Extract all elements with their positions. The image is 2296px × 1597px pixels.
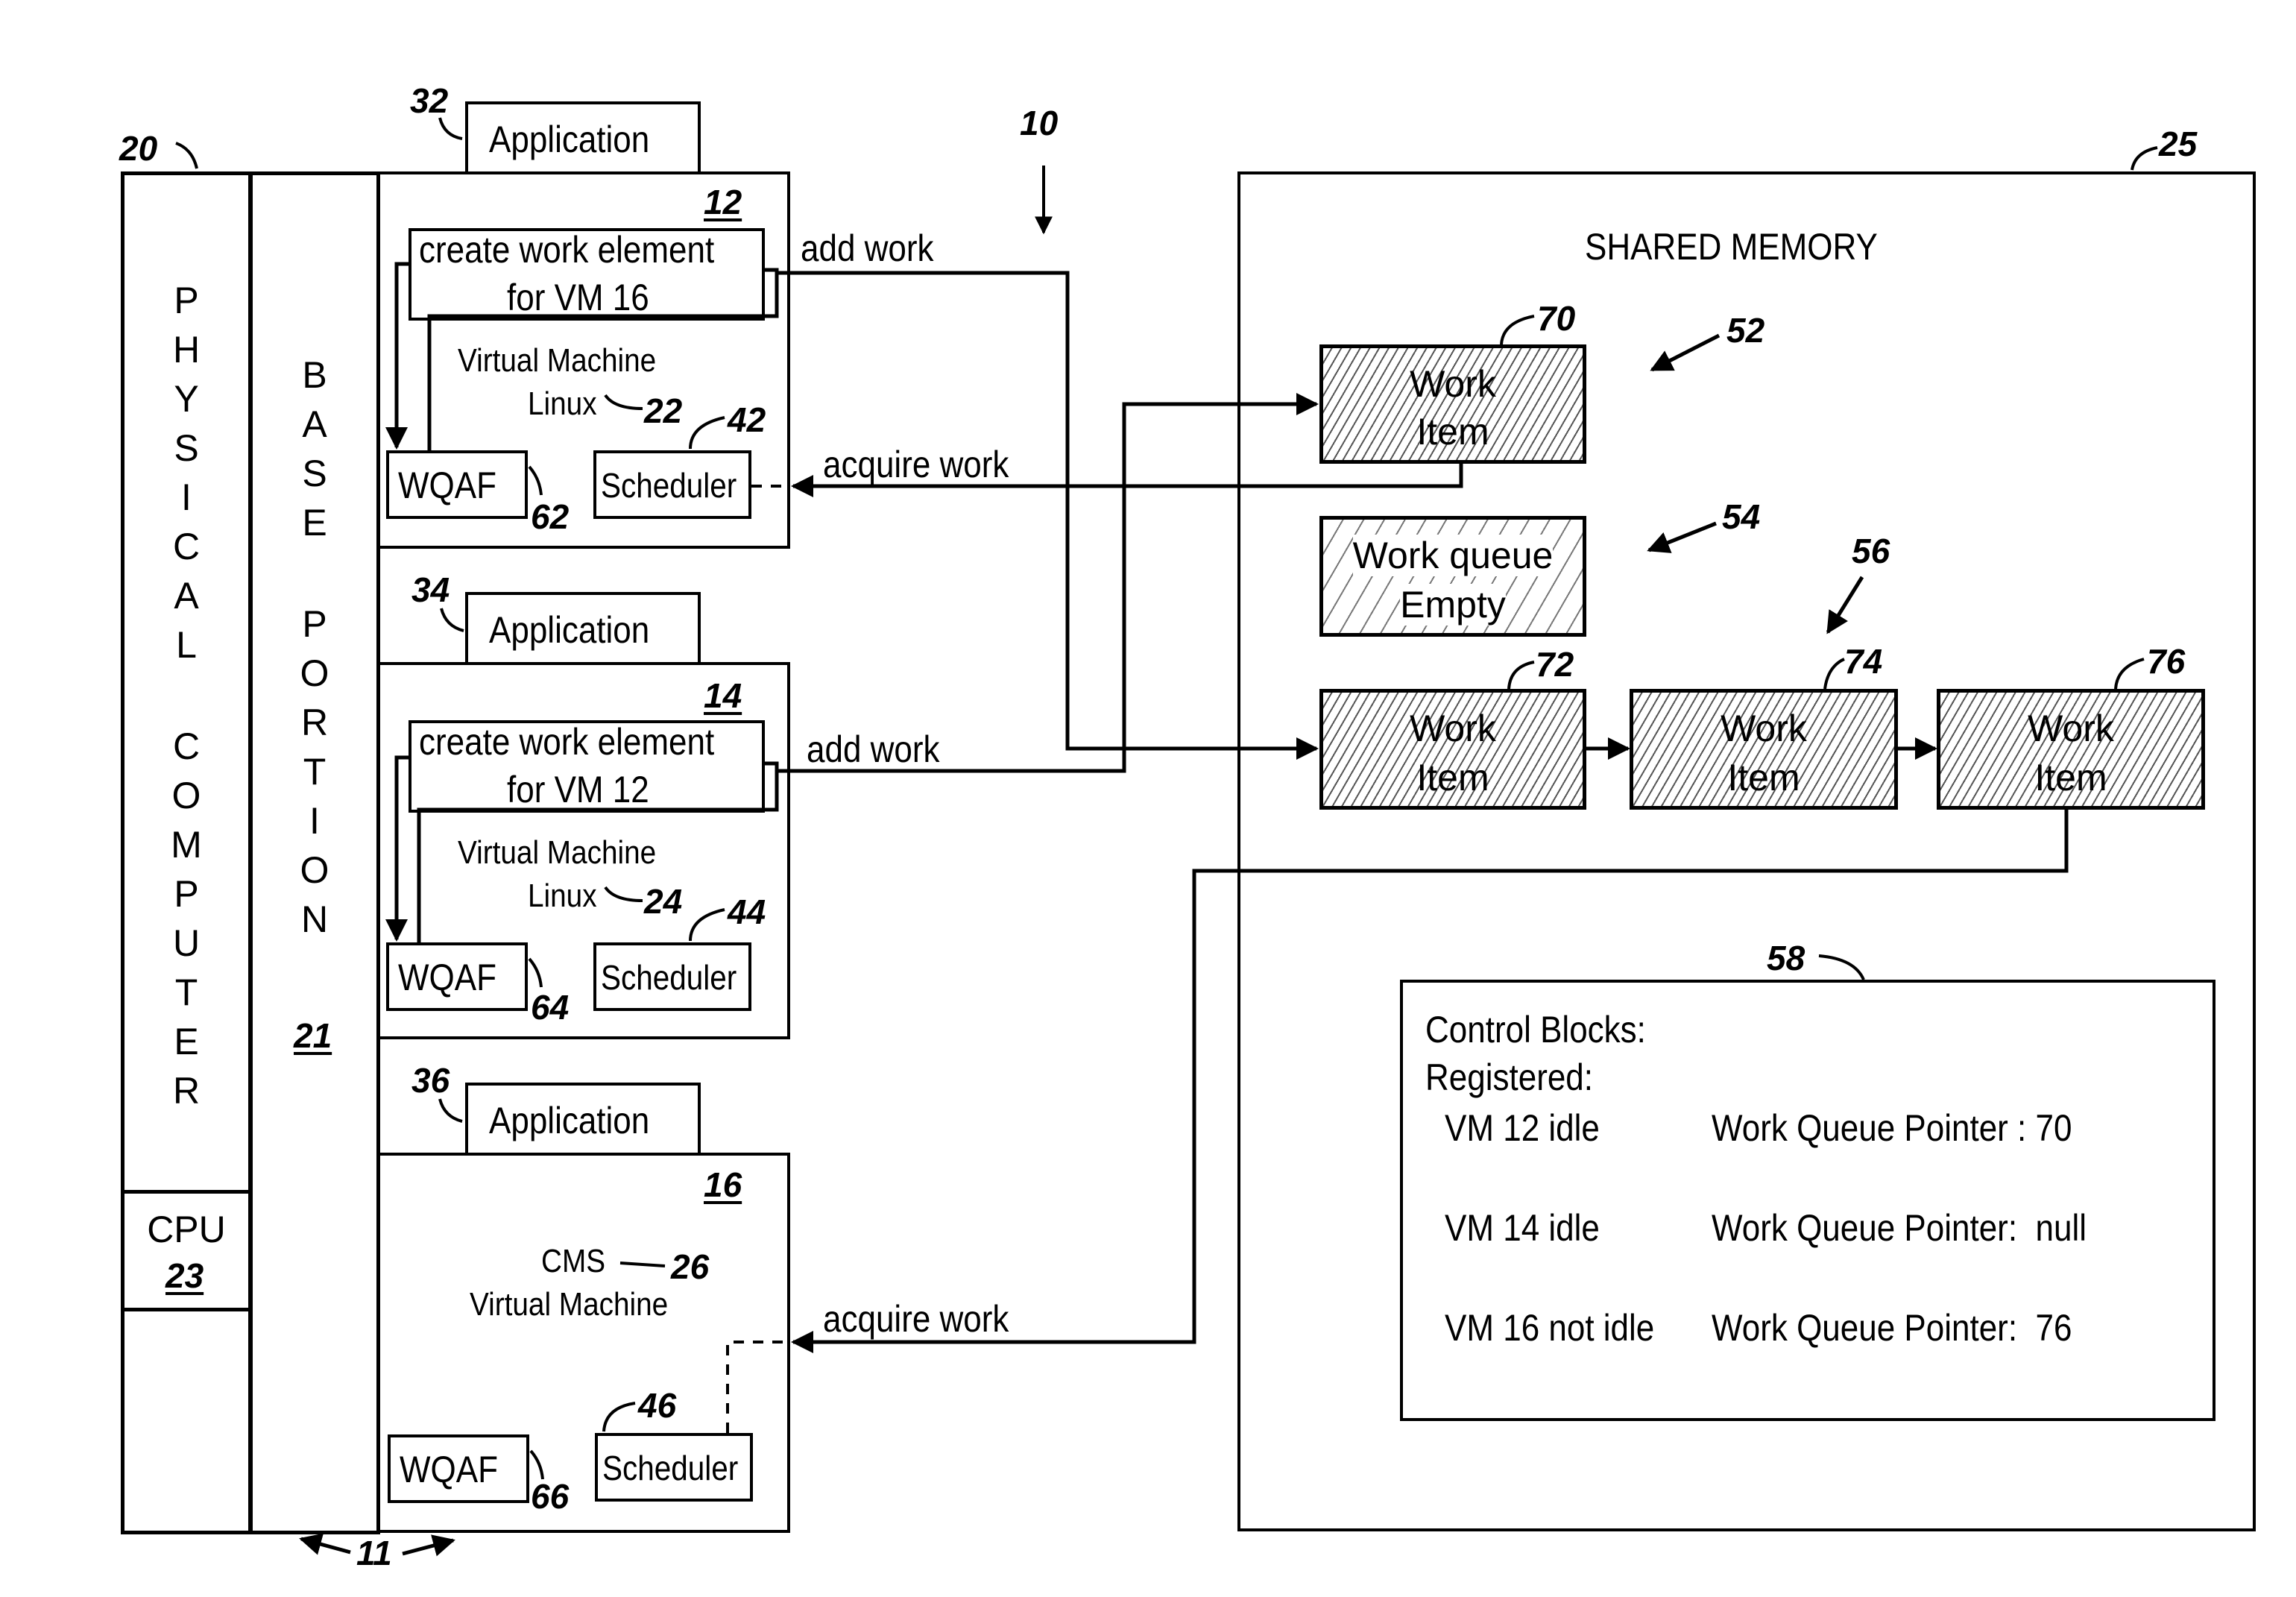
work-item-76-line1: Work: [2028, 708, 2114, 749]
os-ref-22: 22: [644, 391, 683, 430]
work-queue-empty-54: Work queue Empty: [1319, 516, 1586, 637]
shared-memory-title: SHARED MEMORY: [1585, 226, 1878, 268]
work-queue-ref-56: 56: [1852, 532, 1890, 570]
create-work-element-line2-12: for VM 16: [507, 277, 649, 318]
os-ref-24: 24: [644, 882, 683, 921]
shared-memory-ref: 25: [2159, 125, 2198, 163]
vm-label-16: Virtual Machine: [470, 1286, 669, 1323]
bracket-11-right-arrow: [402, 1534, 455, 1557]
wqaf-label-64: WQAF: [398, 957, 496, 998]
work-item-74-line2: Item: [1727, 757, 1800, 798]
wqaf-ref-66: 66: [531, 1477, 570, 1516]
os-ref-26: 26: [671, 1247, 710, 1286]
application-label-34: Application: [489, 609, 650, 651]
work-item-74: Work Item: [1630, 689, 1898, 810]
bracket-11-left-arrow: [299, 1533, 351, 1555]
control-block-pointer-14: Work Queue Pointer: null: [1712, 1207, 2087, 1249]
work-queue-ref-52: 52: [1726, 311, 1765, 350]
control-blocks-subtitle: Registered:: [1425, 1056, 1594, 1098]
create-work-element-line1-14: create work element: [419, 721, 715, 763]
work-queue-empty-line1: Work queue: [1352, 535, 1554, 576]
scheduler-label-44: Scheduler: [601, 958, 737, 997]
acquire-work-label-12: acquire work: [823, 444, 1009, 485]
control-blocks-title: Control Blocks:: [1425, 1009, 1646, 1051]
leader-25: [2131, 146, 2158, 171]
leader-32: [438, 117, 463, 140]
work-item-ref-70: 70: [1537, 299, 1576, 338]
create-work-element-line2-14: for VM 12: [507, 769, 649, 810]
work-item-72: Work Item: [1319, 689, 1586, 810]
application-ref-34: 34: [411, 570, 450, 609]
work-queue-ref-54: 54: [1722, 497, 1761, 536]
os-label-12: Linux: [528, 385, 597, 422]
physical-computer-ref: 20: [119, 129, 158, 168]
hypervisor-bracket-ref: 11: [356, 1534, 392, 1572]
os-label-14: Linux: [528, 878, 597, 914]
wqaf-ref-62: 62: [531, 497, 570, 536]
control-blocks-ref: 58: [1767, 939, 1805, 977]
leader-36: [438, 1098, 463, 1123]
work-item-74-line1: Work: [1721, 708, 1807, 749]
scheduler-ref-42: 42: [728, 400, 766, 439]
physical-computer-label-word1: PHYSICAL: [172, 280, 201, 666]
vm-ref-16: 16: [704, 1165, 742, 1204]
scheduler-ref-44: 44: [728, 892, 766, 931]
control-block-vm-14: VM 14 idle: [1445, 1207, 1600, 1249]
add-work-path-12: [777, 271, 1319, 760]
add-work-label-14: add work: [807, 728, 940, 770]
work-item-76: Work Item: [1937, 689, 2205, 810]
work-item-70-line2: Item: [1416, 411, 1489, 453]
work-item-76-line2: Item: [2034, 757, 2107, 798]
scheduler-label-46: Scheduler: [602, 1449, 739, 1487]
work-item-ref-72: 72: [1536, 645, 1574, 684]
base-portion-label-word1: BASE: [302, 354, 327, 544]
application-ref-32: 32: [410, 81, 449, 120]
leader-34: [440, 608, 464, 632]
create-work-element-line1-12: create work element: [419, 229, 715, 271]
application-label-32: Application: [489, 119, 650, 160]
control-block-pointer-12: Work Queue Pointer : 70: [1712, 1107, 2072, 1149]
cpu-divider-bottom: [121, 1308, 252, 1311]
vm-ref-14: 14: [704, 676, 742, 715]
add-work-label-12: add work: [801, 227, 934, 269]
work-item-72-line2: Item: [1416, 757, 1489, 798]
work-item-ref-74: 74: [1844, 642, 1883, 681]
cpu-label: CPU: [147, 1209, 226, 1250]
acquire-work-label-16: acquire work: [823, 1298, 1009, 1340]
base-portion-ref: 21: [294, 1016, 332, 1055]
work-item-72-line1: Work: [1410, 708, 1496, 749]
physical-computer-label-word2: COMPUTER: [171, 725, 202, 1112]
vm-ref-12: 12: [704, 183, 742, 221]
application-label-36: Application: [489, 1100, 650, 1141]
application-ref-36: 36: [411, 1061, 450, 1100]
control-block-vm-16: VM 16 not idle: [1445, 1307, 1655, 1349]
wqaf-label-62: WQAF: [398, 464, 496, 506]
base-portion-label-word2: PORTION: [300, 603, 329, 940]
cpu-divider-top: [121, 1190, 252, 1194]
scheduler-label-42: Scheduler: [601, 466, 737, 505]
control-block-vm-12: VM 12 idle: [1445, 1107, 1600, 1149]
figure-ref: 10: [1020, 104, 1059, 142]
scheduler-ref-46: 46: [638, 1386, 677, 1425]
wqaf-label-66: WQAF: [400, 1449, 498, 1490]
control-block-pointer-16: Work Queue Pointer: 76: [1712, 1307, 2072, 1349]
work-item-70-line1: Work: [1410, 363, 1496, 405]
cpu-ref: 23: [165, 1256, 204, 1295]
vm-label-14: Virtual Machine: [458, 834, 657, 871]
work-item-70: Work Item: [1319, 344, 1586, 464]
work-item-ref-76: 76: [2147, 642, 2186, 681]
work-queue-empty-line2: Empty: [1400, 584, 1506, 626]
os-label-16: CMS: [541, 1243, 606, 1279]
wqaf-ref-64: 64: [531, 988, 570, 1027]
vm-label-12: Virtual Machine: [458, 342, 657, 379]
leader-20: [175, 142, 198, 169]
